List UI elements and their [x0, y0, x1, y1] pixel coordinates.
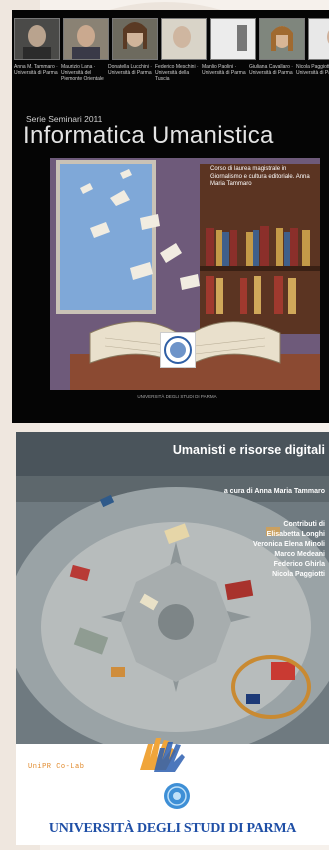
speaker-captions: Anna M. Tammaro · Università di Parma Ma… — [14, 64, 329, 82]
speaker-caption: Giuliana Cavallaro · Università di Parma — [249, 64, 293, 76]
cover-title: Informatica Umanistica — [23, 122, 274, 149]
speaker-photo — [112, 18, 158, 60]
speaker-photo — [161, 18, 207, 60]
contributor-name: Marco Medeani — [274, 551, 325, 558]
hand-logo-icon — [140, 738, 185, 772]
book-cover-informatica-umanistica[interactable]: Anna M. Tammaro · Università di Parma Ma… — [12, 10, 329, 423]
university-name: UNIVERSITÀ DEGLI STUDI DI PARMA — [48, 821, 297, 836]
speaker-photo — [14, 18, 60, 60]
cover-blurb: Corso di laurea magistrale in Giornalism… — [210, 166, 310, 187]
speaker-caption: Maurizio Lana · Università del Piemonte … — [61, 64, 104, 82]
university-seal — [164, 783, 190, 809]
speaker-caption: Nicola Paggiotti · Università di Parma — [296, 64, 329, 76]
university-seal — [160, 332, 196, 368]
speaker-caption: Federico Meschini · Università della Tus… — [155, 64, 199, 82]
contributors-heading: Contributi di — [283, 521, 325, 528]
speaker-photo — [210, 18, 256, 60]
colab-label: UniPR Co-Lab — [28, 763, 85, 771]
book-cover-umanisti-risorse-digitali[interactable]: Umanisti e risorse digitali a cura di An… — [16, 432, 329, 845]
contributor-name: Elisabetta Longhi — [266, 531, 325, 538]
speaker-photo — [63, 18, 109, 60]
speaker-caption: Donatella Lucchini · Università di Parma — [108, 64, 152, 76]
library-atrium-photo — [16, 432, 329, 744]
speaker-photo — [308, 18, 329, 60]
cover-title: Umanisti e risorse digitali — [172, 443, 325, 457]
contributor-name: Nicola Paggiotti — [272, 571, 325, 578]
seal-caption: UNIVERSITÀ DEGLI STUDI DI PARMA — [137, 394, 217, 399]
speaker-thumbnails — [14, 18, 329, 60]
contributor-name: Federico Ghirla — [273, 561, 325, 568]
speaker-caption: Manlio Paolini · Università di Parma — [202, 64, 246, 76]
editor-line: a cura di Anna Maria Tammaro — [223, 488, 325, 495]
speaker-photo — [259, 18, 305, 60]
contributors-block: Contributi di Elisabetta Longhi Veronica… — [253, 520, 325, 580]
speaker-caption: Anna M. Tammaro · Università di Parma — [14, 64, 58, 76]
contributor-name: Veronica Elena Minoli — [253, 541, 325, 548]
